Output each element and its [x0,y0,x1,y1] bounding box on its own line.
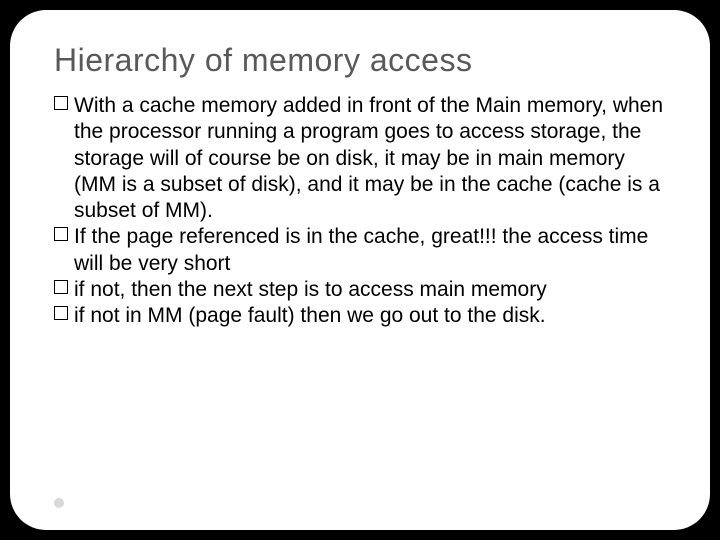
footer-dot-icon [54,498,64,508]
bullet-4-text: if not in MM (page fault) then we go out… [74,304,546,327]
bullet-1: With a cache memory added in front of th… [54,93,666,224]
bullet-3: if not, then the next step is to access … [54,277,666,303]
bullet-1-text: With a cache memory added in front of th… [74,94,663,222]
bullet-2-text: If the page referenced is in the cache, … [74,225,648,274]
slide-frame: Hierarchy of memory access With a cache … [10,10,710,530]
slide-content: With a cache memory added in front of th… [54,93,666,329]
bullet-3-text: if not, then the next step is to access … [74,278,547,301]
bullet-square-icon [54,306,68,320]
bullet-2: If the page referenced is in the cache, … [54,224,666,277]
slide-title: Hierarchy of memory access [54,42,666,79]
bullet-square-icon [54,280,68,294]
bullet-square-icon [54,227,68,241]
bullet-4: if not in MM (page fault) then we go out… [54,303,666,329]
bullet-square-icon [54,96,68,110]
